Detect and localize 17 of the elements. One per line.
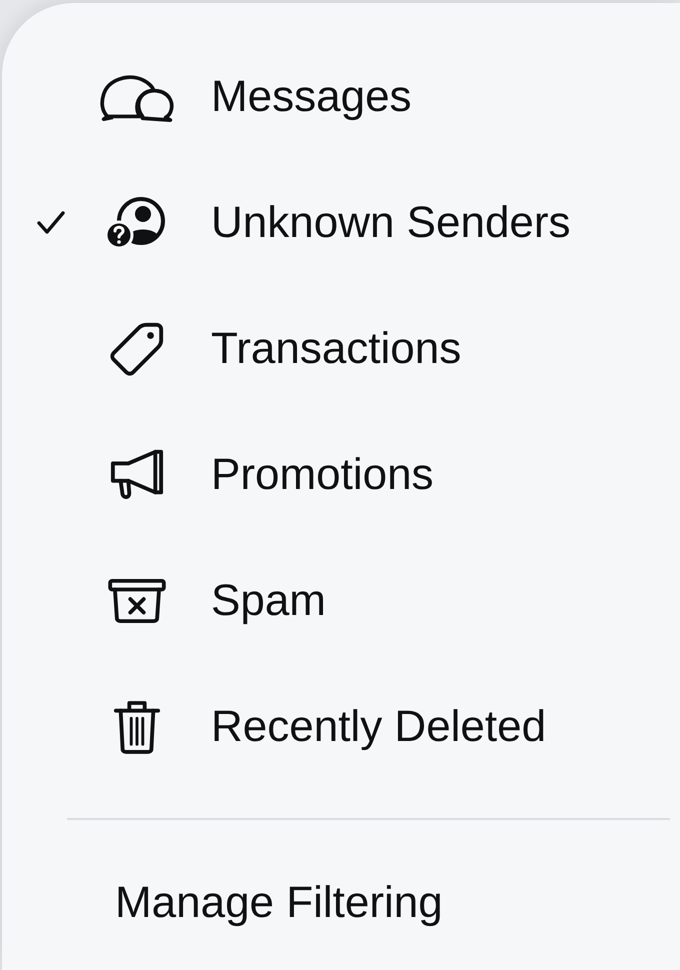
- menu-item-label: Recently Deleted: [211, 702, 546, 752]
- trash-icon: [113, 699, 161, 755]
- menu-item-label: Promotions: [211, 450, 434, 500]
- menu-item[interactable]: Recently Deleted: [2, 664, 680, 790]
- menu-item-label: Transactions: [211, 324, 462, 374]
- crate-x-icon: [107, 578, 167, 624]
- menu-item-label: Messages: [211, 72, 412, 122]
- tag-icon: [108, 320, 166, 378]
- menu-item[interactable]: Unknown Senders: [2, 160, 680, 286]
- menu-item[interactable]: Transactions: [2, 286, 680, 412]
- manage-filtering-button[interactable]: Manage Filtering: [115, 878, 443, 928]
- menu-item[interactable]: Messages: [2, 34, 680, 160]
- menu-item-label: Spam: [211, 576, 326, 626]
- menu-item-label: Unknown Senders: [211, 198, 571, 248]
- megaphone-icon: [109, 448, 165, 502]
- menu-item[interactable]: Promotions: [2, 412, 680, 538]
- menu-item[interactable]: Spam: [2, 538, 680, 664]
